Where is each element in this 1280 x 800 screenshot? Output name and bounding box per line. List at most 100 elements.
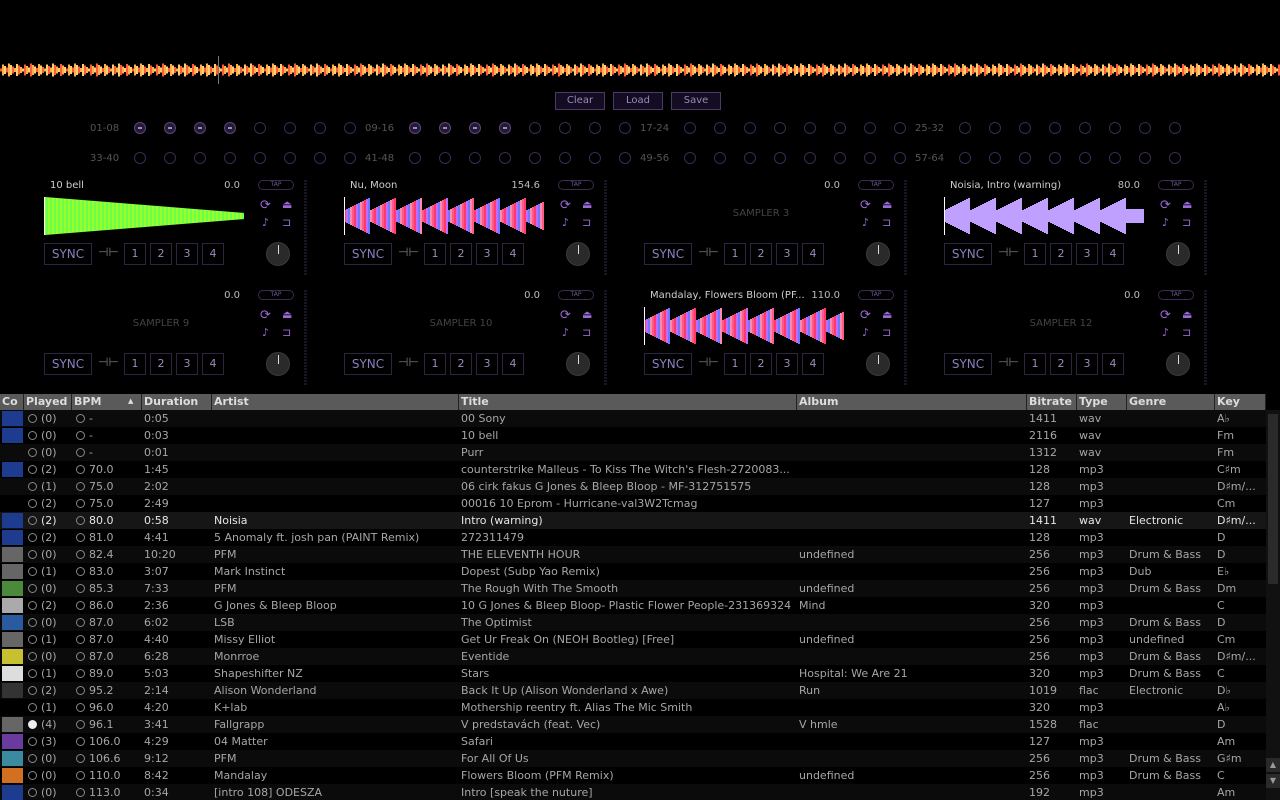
table-row[interactable]: (4) 96.1 3:41 Fallgrapp V predstavách (feat.… bbox=[0, 716, 1266, 733]
tap-button[interactable]: TAP bbox=[558, 290, 594, 300]
hotcue-button[interactable] bbox=[344, 152, 356, 164]
hotcue-button[interactable] bbox=[194, 122, 206, 134]
tap-button[interactable]: TAP bbox=[1158, 290, 1194, 300]
bpm-lock-icon[interactable] bbox=[76, 652, 85, 661]
table-row[interactable]: (1) 89.0 5:03 Shapeshifter NZ Stars Hospital:… bbox=[0, 665, 1266, 682]
table-row[interactable]: (2) 70.0 1:45 counterstrike Malleus - To Ki… bbox=[0, 461, 1266, 478]
eject-icon[interactable]: ⏏ bbox=[882, 198, 892, 211]
beatloop-button[interactable]: 3 bbox=[776, 353, 798, 375]
hotcue-button[interactable] bbox=[1109, 122, 1121, 134]
table-row[interactable]: (0) -0:05 00 Sony 1411 wav A♭ bbox=[0, 410, 1266, 427]
save-button[interactable]: Save bbox=[671, 92, 721, 110]
hotcue-button[interactable] bbox=[1079, 122, 1091, 134]
bpm-lock-icon[interactable] bbox=[76, 448, 85, 457]
played-checkbox[interactable] bbox=[28, 550, 37, 559]
hotcue-button[interactable] bbox=[469, 122, 481, 134]
bpm-lock-icon[interactable] bbox=[76, 669, 85, 678]
tap-button[interactable]: TAP bbox=[858, 180, 894, 190]
beatloop-button[interactable]: 4 bbox=[502, 353, 524, 375]
reloop-icon[interactable]: ⊐ bbox=[882, 326, 891, 339]
beatgrid-icon[interactable]: ⊣⊢ bbox=[398, 355, 419, 369]
beatgrid-icon[interactable]: ⊣⊢ bbox=[698, 355, 719, 369]
sync-button[interactable]: SYNC bbox=[44, 243, 92, 265]
beatloop-button[interactable]: 1 bbox=[124, 353, 146, 375]
beatloop-button[interactable]: 3 bbox=[476, 243, 498, 265]
beatloop-button[interactable]: 2 bbox=[150, 353, 172, 375]
hotcue-button[interactable] bbox=[164, 122, 176, 134]
played-checkbox[interactable] bbox=[28, 601, 37, 610]
hotcue-button[interactable] bbox=[499, 122, 511, 134]
beatloop-button[interactable]: 4 bbox=[802, 243, 824, 265]
eject-icon[interactable]: ⏏ bbox=[582, 198, 592, 211]
hotcue-button[interactable] bbox=[864, 122, 876, 134]
table-row[interactable]: (3) 106.0 4:29 04 Matter Safari 127 mp3 Am bbox=[0, 733, 1266, 750]
hotcue-button[interactable] bbox=[134, 122, 146, 134]
hotcue-button[interactable] bbox=[864, 152, 876, 164]
played-checkbox[interactable] bbox=[28, 482, 37, 491]
played-checkbox[interactable] bbox=[28, 618, 37, 627]
table-row[interactable]: (2) 80.0 0:58 Noisia Intro (warning) 1411 wav E… bbox=[0, 512, 1266, 529]
bpm-lock-icon[interactable] bbox=[76, 465, 85, 474]
beatloop-button[interactable]: 3 bbox=[176, 243, 198, 265]
hotcue-button[interactable] bbox=[804, 122, 816, 134]
hotcue-button[interactable] bbox=[744, 122, 756, 134]
column-header-title[interactable]: Title bbox=[459, 394, 797, 410]
beatloop-button[interactable]: 1 bbox=[724, 353, 746, 375]
beatgrid-icon[interactable]: ⊣⊢ bbox=[698, 245, 719, 259]
hotcue-button[interactable] bbox=[1109, 152, 1121, 164]
table-row[interactable]: (2) 95.2 2:14 Alison Wonderland Back It Up (… bbox=[0, 682, 1266, 699]
beatgrid-icon[interactable]: ⊣⊢ bbox=[98, 245, 119, 259]
hotcue-button[interactable] bbox=[1019, 122, 1031, 134]
loop-icon[interactable]: ⟳ bbox=[260, 308, 271, 323]
hotcue-button[interactable] bbox=[529, 122, 541, 134]
hotcue-button[interactable] bbox=[619, 122, 631, 134]
scroll-down-icon[interactable]: ▼ bbox=[1266, 774, 1280, 788]
beatloop-button[interactable]: 1 bbox=[424, 243, 446, 265]
table-row[interactable]: (1) 96.0 4:20 K+lab Mothership reentry ft. A… bbox=[0, 699, 1266, 716]
hotcue-button[interactable] bbox=[529, 152, 541, 164]
bpm-lock-icon[interactable] bbox=[76, 720, 85, 729]
eject-icon[interactable]: ⏏ bbox=[282, 198, 292, 211]
hotcue-button[interactable] bbox=[559, 122, 571, 134]
table-row[interactable]: (0) 87.0 6:28 Monrroe Eventide 256 mp3 Drum & B… bbox=[0, 648, 1266, 665]
loop-icon[interactable]: ⟳ bbox=[1160, 308, 1171, 323]
load-button[interactable]: Load bbox=[613, 92, 663, 110]
played-checkbox[interactable] bbox=[28, 465, 37, 474]
beatloop-button[interactable]: 2 bbox=[1050, 243, 1072, 265]
beatloop-button[interactable]: 1 bbox=[424, 353, 446, 375]
bpm-lock-icon[interactable] bbox=[76, 499, 85, 508]
hotcue-button[interactable] bbox=[589, 122, 601, 134]
gain-knob[interactable] bbox=[566, 352, 590, 376]
hotcue-button[interactable] bbox=[959, 152, 971, 164]
bpm-lock-icon[interactable] bbox=[76, 635, 85, 644]
beatloop-button[interactable]: 4 bbox=[502, 243, 524, 265]
hotcue-button[interactable] bbox=[714, 152, 726, 164]
bpm-lock-icon[interactable] bbox=[76, 414, 85, 423]
played-checkbox[interactable] bbox=[28, 788, 37, 797]
bpm-lock-icon[interactable] bbox=[76, 482, 85, 491]
hotcue-button[interactable] bbox=[589, 152, 601, 164]
sync-button[interactable]: SYNC bbox=[344, 353, 392, 375]
hotcue-button[interactable] bbox=[314, 122, 326, 134]
eject-icon[interactable]: ⏏ bbox=[1182, 308, 1192, 321]
beatloop-button[interactable]: 4 bbox=[802, 353, 824, 375]
table-row[interactable]: (2) 75.0 2:49 00016 10 Eprom - Hurricane-va… bbox=[0, 495, 1266, 512]
gain-knob[interactable] bbox=[1166, 352, 1190, 376]
played-checkbox[interactable] bbox=[28, 720, 37, 729]
column-header-cover[interactable]: Co bbox=[0, 394, 24, 410]
table-row[interactable]: (0) 82.4 10:20 PFM THE ELEVENTH HOUR undefine… bbox=[0, 546, 1266, 563]
reloop-icon[interactable]: ⊐ bbox=[282, 216, 291, 229]
table-row[interactable]: (1) 87.0 4:40 Missy Elliot Get Ur Freak On (… bbox=[0, 631, 1266, 648]
hotcue-button[interactable] bbox=[1049, 122, 1061, 134]
beatloop-button[interactable]: 4 bbox=[1102, 243, 1124, 265]
beatloop-button[interactable]: 2 bbox=[750, 243, 772, 265]
gain-knob[interactable] bbox=[866, 242, 890, 266]
played-checkbox[interactable] bbox=[28, 635, 37, 644]
played-checkbox[interactable] bbox=[28, 516, 37, 525]
hotcue-button[interactable] bbox=[409, 122, 421, 134]
beatloop-button[interactable]: 2 bbox=[450, 353, 472, 375]
table-row[interactable]: (0) 110.0 8:42 Mandalay Flowers Bloom (PFM R… bbox=[0, 767, 1266, 784]
reloop-icon[interactable]: ⊐ bbox=[582, 216, 591, 229]
tap-button[interactable]: TAP bbox=[558, 180, 594, 190]
hotcue-button[interactable] bbox=[1079, 152, 1091, 164]
